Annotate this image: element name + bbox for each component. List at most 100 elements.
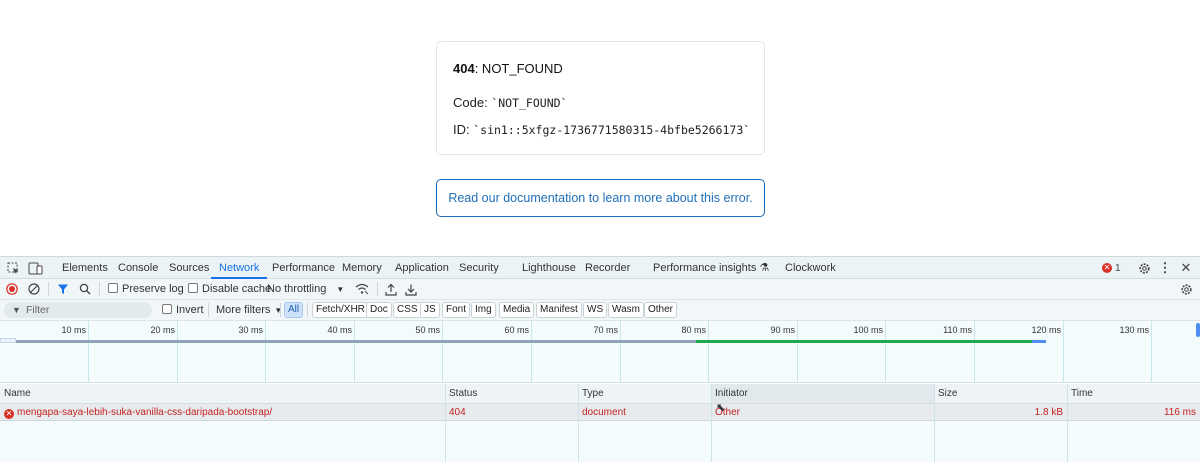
tab-performance-insights[interactable]: Performance insights ⚗ — [653, 257, 769, 279]
tab-network[interactable]: Network — [211, 257, 268, 279]
type-filter-media[interactable]: Media — [499, 302, 535, 318]
more-filters-label: More filters — [216, 304, 271, 316]
tick-label: 130 ms — [1119, 325, 1149, 335]
error-status-text: : NOT_FOUND — [474, 61, 563, 76]
search-icon[interactable] — [79, 283, 91, 295]
table-row[interactable]: ✕ mengapa-saya-lebih-suka-vanilla-css-dar… — [0, 404, 1200, 421]
error-id-line: ID: `sin1::5xfgz-1736771580315-4bfbe5266… — [453, 122, 750, 137]
column-header-name[interactable]: Name — [0, 384, 445, 404]
network-settings-gear-icon[interactable] — [1179, 282, 1193, 296]
tick-line — [354, 321, 355, 383]
tab-clockwork[interactable]: Clockwork — [785, 257, 836, 279]
tab-elements[interactable]: Elements — [62, 257, 108, 279]
tick-line — [88, 321, 89, 383]
documentation-link[interactable]: Read our documentation to learn more abo… — [436, 179, 765, 217]
column-header-status[interactable]: Status — [445, 384, 578, 404]
filter-funnel-small-icon: ▼ — [12, 305, 21, 315]
error-card: 404: NOT_FOUND Code: `NOT_FOUND` ID: `si… — [436, 41, 765, 155]
tick-line — [885, 321, 886, 383]
error-counter[interactable]: ✕ 1 — [1102, 262, 1121, 274]
tick-line — [531, 321, 532, 383]
error-code-value: `NOT_FOUND` — [491, 96, 568, 110]
clear-icon[interactable] — [28, 283, 40, 295]
request-waiting-bar — [16, 340, 696, 343]
type-filter-js[interactable]: JS — [420, 302, 440, 318]
import-har-icon[interactable] — [385, 282, 397, 296]
disable-cache-checkbox[interactable]: Disable cache — [188, 279, 271, 299]
type-filter-font[interactable]: Font — [442, 302, 471, 318]
type-filter-manifest[interactable]: Manifest — [536, 302, 582, 318]
throttling-select[interactable]: No throttling ▼ — [267, 279, 344, 299]
request-time: 116 ms — [1163, 407, 1196, 418]
more-filters-dropdown[interactable]: More filters ▼ — [216, 300, 282, 320]
export-har-icon[interactable] — [405, 282, 417, 296]
invert-checkbox[interactable]: Invert — [162, 300, 204, 320]
tab-lighthouse[interactable]: Lighthouse — [522, 257, 576, 279]
record-icon[interactable] — [6, 283, 18, 295]
disable-cache-label: Disable cache — [202, 283, 272, 295]
type-filter-css[interactable]: CSS — [393, 302, 422, 318]
error-circle-icon: ✕ — [1102, 263, 1112, 273]
tick-label: 20 ms — [150, 325, 175, 335]
request-name-cell[interactable]: ✕ mengapa-saya-lebih-suka-vanilla-css-dar… — [0, 404, 445, 421]
column-header-initiator[interactable]: Initiator — [711, 384, 934, 404]
tab-console[interactable]: Console — [118, 257, 158, 279]
column-header-size[interactable]: Size — [934, 384, 1067, 404]
tick-label: 40 ms — [327, 325, 352, 335]
tab-sources[interactable]: Sources — [169, 257, 209, 279]
throttling-value: No throttling — [267, 283, 327, 295]
request-status: 404 — [449, 407, 466, 418]
network-conditions-icon[interactable] — [355, 283, 369, 295]
error-id-value: `sin1::5xfgz-1736771580315-4bfbe5266173` — [473, 123, 751, 137]
column-header-type[interactable]: Type — [578, 384, 711, 404]
filter-input[interactable]: ▼ Filter — [4, 302, 152, 318]
type-filter-other[interactable]: Other — [644, 302, 678, 318]
mouse-cursor-icon: ⬉ — [716, 402, 726, 414]
column-divider — [934, 384, 935, 462]
type-filter-fetch-xhr[interactable]: Fetch/XHR — [312, 302, 369, 318]
tab-recorder[interactable]: Recorder — [585, 257, 630, 279]
settings-gear-icon[interactable] — [1137, 261, 1151, 275]
column-header-time[interactable]: Time — [1067, 384, 1200, 404]
request-name: mengapa-saya-lebih-suka-vanilla-css-dari… — [17, 407, 273, 418]
tick-line — [265, 321, 266, 383]
tick-line — [442, 321, 443, 383]
tab-performance-insights-label: Performance insights — [653, 262, 757, 274]
preserve-log-checkbox[interactable]: Preserve log — [108, 279, 184, 299]
overview-window-handle[interactable] — [0, 338, 16, 343]
chevron-down-icon: ▼ — [336, 285, 345, 294]
overview-right-handle[interactable] — [1196, 323, 1200, 337]
type-filter-wasm[interactable]: Wasm — [608, 302, 644, 318]
device-toolbar-icon[interactable] — [27, 261, 43, 275]
tab-memory[interactable]: Memory — [342, 257, 382, 279]
type-filter-all[interactable]: All — [284, 302, 304, 318]
tick-label: 30 ms — [238, 325, 263, 335]
tick-label: 50 ms — [415, 325, 440, 335]
request-type: document — [582, 407, 626, 418]
tick-label: 120 ms — [1031, 325, 1061, 335]
tick-label: 10 ms — [61, 325, 86, 335]
tick-line — [1063, 321, 1064, 383]
error-id-label: ID: — [453, 122, 474, 137]
tab-performance[interactable]: Performance — [272, 257, 335, 279]
request-download-bar — [696, 340, 1032, 343]
tab-application[interactable]: Application — [395, 257, 449, 279]
chevron-down-icon: ▼ — [274, 306, 283, 315]
tick-label: 60 ms — [504, 325, 529, 335]
close-devtools-icon[interactable]: ✕ — [1179, 260, 1193, 275]
type-filter-img[interactable]: Img — [471, 302, 496, 318]
filter-bar: ▼ Filter Invert More filters ▼ All Fetch/… — [0, 300, 1200, 321]
filter-placeholder: Filter — [26, 304, 50, 316]
inspect-element-icon[interactable] — [6, 261, 20, 275]
tab-security[interactable]: Security — [459, 257, 499, 279]
filter-funnel-icon[interactable] — [57, 283, 69, 295]
request-table: Name Status Type Initiator Size Time ✕ me… — [0, 384, 1200, 462]
type-filter-doc[interactable]: Doc — [366, 302, 392, 318]
devtools-tab-bar: Elements Console Sources Network Perform… — [0, 256, 1200, 279]
error-code-label: Code: — [453, 95, 492, 110]
more-options-icon[interactable]: ⋮ — [1159, 260, 1172, 275]
network-overview-timeline[interactable]: 10 ms 20 ms 30 ms 40 ms 50 ms 60 ms 70 m… — [0, 321, 1200, 383]
tick-line — [708, 321, 709, 383]
column-divider — [578, 384, 579, 462]
type-filter-ws[interactable]: WS — [583, 302, 608, 318]
